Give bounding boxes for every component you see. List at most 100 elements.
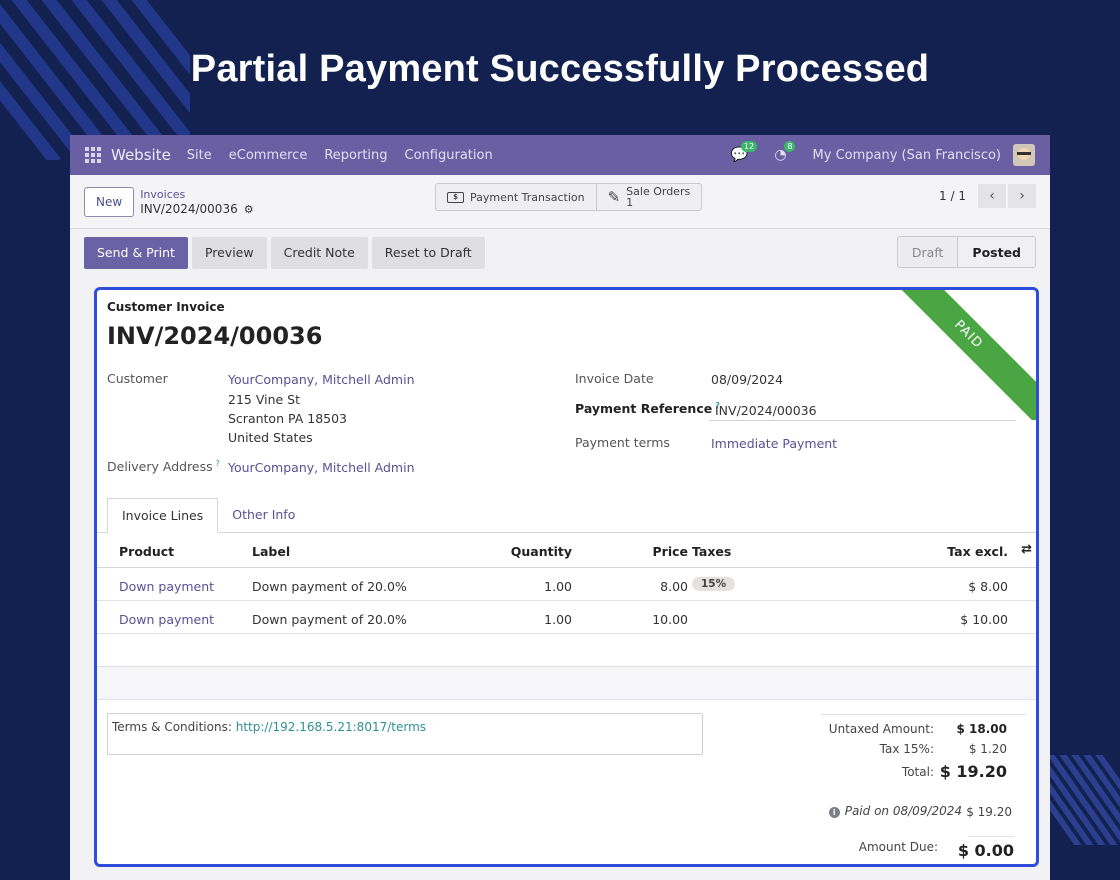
invoice-number-title: INV/2024/00036 (107, 322, 323, 350)
row-price: 8.00 (660, 579, 688, 594)
apps-grid-icon[interactable] (85, 147, 101, 163)
customer-field[interactable]: YourCompany, Mitchell Admin (228, 372, 415, 387)
help-icon[interactable]: ? (216, 459, 220, 468)
payment-terms-field[interactable]: Immediate Payment (711, 436, 837, 451)
new-button[interactable]: New (84, 186, 135, 217)
user-avatar[interactable] (1013, 144, 1035, 166)
top-navbar: Website Site eCommerce Reporting Configu… (70, 135, 1050, 175)
invoice-date-field[interactable]: 08/09/2024 (711, 372, 783, 387)
payment-reference-input[interactable]: INV/2024/00036 (715, 403, 817, 418)
row-quantity: 1.00 (544, 579, 572, 594)
row-price: 10.00 (652, 612, 688, 627)
totals-divider (821, 714, 1026, 715)
delivery-address-label-text: Delivery Address (107, 459, 213, 475)
payment-reference-label-text: Payment Reference (575, 401, 713, 417)
col-taxes[interactable]: Taxes (692, 544, 731, 559)
banner-title: Partial Payment Successfully Processed (190, 48, 930, 90)
nav-item-reporting[interactable]: Reporting (324, 148, 387, 163)
address-line-1: 215 Vine St (228, 392, 301, 407)
status-bar: Draft Posted (896, 236, 1036, 268)
row-product[interactable]: Down payment (119, 579, 214, 594)
paid-ribbon-label: PAID (876, 290, 1036, 420)
sale-orders-button[interactable]: ✎ Sale Orders 1 (595, 184, 702, 210)
delivery-address-field[interactable]: YourCompany, Mitchell Admin (228, 460, 415, 475)
pager-value[interactable]: 1 / 1 (939, 189, 966, 203)
untaxed-amount-label: Untaxed Amount: (828, 722, 934, 736)
preview-button[interactable]: Preview (191, 236, 267, 269)
gear-icon[interactable]: ⚙ (244, 202, 254, 217)
col-label[interactable]: Label (252, 544, 290, 559)
payment-terms-label: Payment terms (575, 435, 670, 450)
total-value: $ 19.20 (939, 762, 1007, 781)
optional-columns-icon[interactable]: ⇄ (1021, 542, 1032, 557)
breadcrumb-invoices[interactable]: Invoices (140, 187, 253, 202)
decorative-stripes-right (1040, 755, 1120, 845)
tab-invoice-lines[interactable]: Invoice Lines (107, 498, 219, 533)
invoice-type-label: Customer Invoice (107, 300, 225, 314)
odoo-window: Website Site eCommerce Reporting Configu… (70, 135, 1050, 880)
row-subtotal: $ 8.00 (968, 579, 1008, 594)
lines-table-header: Product Label Quantity Price Taxes Tax e… (97, 533, 1036, 568)
col-tax-excl[interactable]: Tax excl. (947, 544, 1008, 559)
info-icon[interactable]: i (828, 807, 840, 818)
invoice-date-label: Invoice Date (575, 371, 654, 386)
invoice-sheet: PAID Customer Invoice INV/2024/00036 Cus… (94, 287, 1039, 867)
nav-item-ecommerce[interactable]: eCommerce (229, 148, 308, 163)
row-product[interactable]: Down payment (119, 612, 214, 627)
smart-buttons: $ Payment Transaction ✎ Sale Orders 1 (435, 183, 703, 211)
messages-icon[interactable]: 💬 12 (731, 141, 758, 163)
row-tax-badge: 15% (692, 577, 736, 591)
terms-link[interactable]: http://192.168.5.21:8017/terms (236, 720, 426, 734)
amount-due-value: $ 0.00 (957, 841, 1014, 860)
breadcrumb: Invoices INV/2024/00036 ⚙ (140, 187, 253, 217)
tax-value: $ 1.20 (968, 742, 1007, 756)
pager-next-icon[interactable]: › (1008, 184, 1036, 208)
paid-on-label: Paid on 08/09/2024 (844, 804, 962, 818)
delivery-address-label: Delivery Address? (107, 459, 220, 474)
nav-app-name[interactable]: Website (111, 146, 171, 164)
messages-badge: 12 (740, 141, 758, 152)
nav-item-site[interactable]: Site (187, 148, 212, 163)
credit-note-button[interactable]: Credit Note (270, 236, 368, 269)
activities-badge: 8 (784, 141, 796, 152)
payment-transaction-button[interactable]: $ Payment Transaction (436, 184, 596, 210)
sale-orders-label: Sale Orders (626, 185, 691, 198)
row-quantity: 1.00 (544, 612, 572, 627)
status-posted[interactable]: Posted (957, 237, 1035, 267)
send-print-button[interactable]: Send & Print (84, 236, 188, 269)
customer-label: Customer (107, 371, 168, 386)
tax-label: Tax 15%: (879, 742, 934, 756)
action-bar: Send & Print Preview Credit Note Reset t… (70, 229, 1050, 276)
breadcrumb-current: INV/2024/00036 (140, 201, 238, 216)
row-subtotal: $ 10.00 (960, 612, 1008, 627)
notebook-tabs: Invoice Lines Other Info (107, 498, 309, 533)
payment-info[interactable]: i Paid on 08/09/2024 (828, 804, 962, 818)
reset-to-draft-button[interactable]: Reset to Draft (371, 236, 485, 269)
nav-item-configuration[interactable]: Configuration (405, 148, 493, 163)
payment-reference-label: Payment Reference? (575, 401, 720, 416)
pager-previous-icon[interactable]: ‹ (978, 184, 1006, 208)
payment-transaction-label: Payment Transaction (470, 190, 585, 204)
company-switcher[interactable]: My Company (San Francisco) (813, 148, 1001, 163)
edit-icon: ✎ (607, 188, 621, 206)
untaxed-amount-value: $ 18.00 (956, 722, 1007, 736)
col-price[interactable]: Price (653, 544, 689, 559)
table-row[interactable]: Down payment Down payment of 20.0% 1.00 … (97, 601, 1036, 634)
total-label: Total: (901, 765, 934, 779)
table-row[interactable]: Down payment Down payment of 20.0% 1.00 … (97, 568, 1036, 601)
sale-orders-count: 1 (626, 196, 634, 209)
paid-ribbon: PAID (876, 290, 1036, 420)
payment-reference-underline (709, 420, 1016, 421)
status-draft[interactable]: Draft (897, 237, 958, 267)
paid-amount: $ 19.20 (966, 805, 1012, 819)
address-line-3: United States (228, 430, 313, 445)
row-label: Down payment of 20.0% (252, 612, 407, 627)
money-icon: $ (447, 191, 464, 203)
row-label: Down payment of 20.0% (252, 579, 407, 594)
amount-due-label: Amount Due: (858, 840, 938, 854)
col-product[interactable]: Product (119, 544, 174, 559)
col-quantity[interactable]: Quantity (511, 544, 572, 559)
tab-other-info[interactable]: Other Info (218, 498, 309, 533)
activities-icon[interactable]: ◔ 8 (774, 141, 796, 163)
terms-conditions-field[interactable]: Terms & Conditions: http://192.168.5.21:… (107, 713, 703, 755)
